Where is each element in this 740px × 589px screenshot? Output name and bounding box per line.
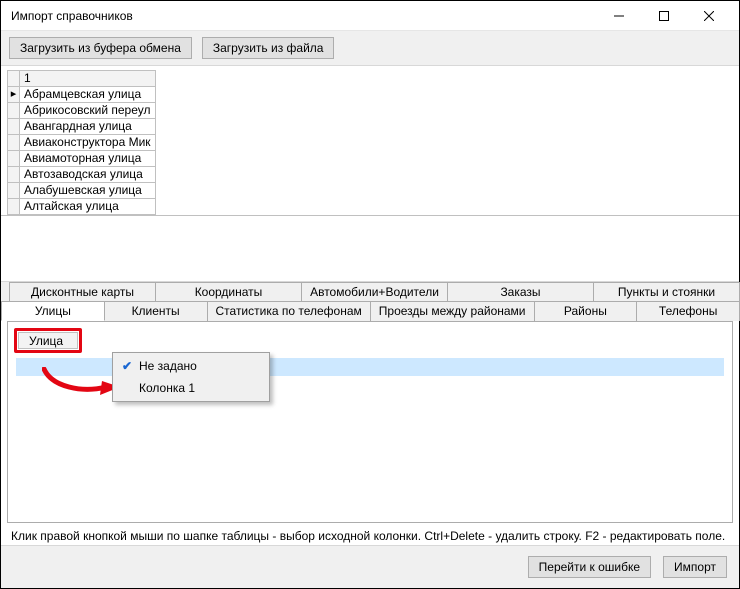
grid-row-marker — [8, 183, 20, 199]
grid-row-marker — [8, 199, 20, 215]
close-button[interactable] — [686, 2, 731, 30]
grid-cell[interactable]: Авиамоторная улица — [20, 151, 156, 167]
grid-row-marker — [8, 151, 20, 167]
grid-cell[interactable]: Абрикосовский переул — [20, 103, 156, 119]
context-menu-item[interactable]: ✔Не задано — [115, 355, 267, 377]
tabs-container: Дисконтные картыКоординатыАвтомобили+Вод… — [1, 281, 739, 321]
grid-cell[interactable]: Автозаводская улица — [20, 167, 156, 183]
import-button[interactable]: Импорт — [663, 556, 727, 578]
grid-row-marker — [8, 103, 20, 119]
tab-координаты[interactable]: Координаты — [155, 282, 302, 301]
goto-error-button[interactable]: Перейти к ошибке — [528, 556, 651, 578]
window-title: Импорт справочников — [11, 9, 596, 23]
context-menu-item[interactable]: Колонка 1 — [115, 377, 267, 399]
grid-corner — [8, 71, 20, 87]
load-from-clipboard-button[interactable]: Загрузить из буфера обмена — [9, 37, 192, 59]
load-from-file-button[interactable]: Загрузить из файла — [202, 37, 335, 59]
grid-row-marker — [8, 119, 20, 135]
toolbar: Загрузить из буфера обмена Загрузить из … — [1, 31, 739, 66]
context-menu-label: Колонка 1 — [139, 381, 195, 395]
maximize-button[interactable] — [641, 2, 686, 30]
mapping-column-header[interactable]: Улица — [18, 332, 78, 349]
import-dialog: Импорт справочников Загрузить из буфера … — [0, 0, 740, 589]
column-source-context-menu: ✔Не задано Колонка 1 — [112, 352, 270, 402]
grid-cell[interactable]: Абрамцевская улица — [20, 87, 156, 103]
grid-cell[interactable]: Алтайская улица — [20, 199, 156, 215]
titlebar: Импорт справочников — [1, 1, 739, 31]
source-grid-area: 1 ▸Абрамцевская улицаАбрикосовский переу… — [1, 66, 739, 216]
grid-row-marker — [8, 135, 20, 151]
tab-телефоны[interactable]: Телефоны — [636, 301, 740, 321]
spacer — [1, 216, 739, 281]
tab-клиенты[interactable]: Клиенты — [104, 301, 208, 321]
tab-проезды-между-районами[interactable]: Проезды между районами — [370, 301, 535, 321]
minimize-button[interactable] — [596, 2, 641, 30]
hint-text: Клик правой кнопкой мыши по шапке таблиц… — [1, 523, 739, 545]
grid-cell[interactable]: Алабушевская улица — [20, 183, 156, 199]
source-grid[interactable]: 1 ▸Абрамцевская улицаАбрикосовский переу… — [7, 70, 156, 215]
grid-cell[interactable]: Авангардная улица — [20, 119, 156, 135]
tab-автомобили-водители[interactable]: Автомобили+Водители — [301, 282, 448, 301]
context-menu-label: Не задано — [139, 359, 197, 373]
grid-col-header[interactable]: 1 — [20, 71, 156, 87]
tab-статистика-по-телефонам[interactable]: Статистика по телефонам — [207, 301, 371, 321]
tab-пункты-и-стоянки[interactable]: Пункты и стоянки — [593, 282, 740, 301]
tab-улицы[interactable]: Улицы — [1, 301, 105, 321]
window-controls — [596, 2, 731, 30]
grid-row-marker: ▸ — [8, 87, 20, 103]
tab-дисконтные-карты[interactable]: Дисконтные карты — [9, 282, 156, 301]
tab-районы[interactable]: Районы — [534, 301, 638, 321]
tab-заказы[interactable]: Заказы — [447, 282, 594, 301]
grid-cell[interactable]: Авиаконструктора Мик — [20, 135, 156, 151]
grid-row-marker — [8, 167, 20, 183]
column-header-highlight: Улица — [14, 328, 82, 353]
bottom-bar: Перейти к ошибке Импорт — [1, 545, 739, 588]
mapping-grid-area: Улица ✔Не задано Колонка 1 — [7, 321, 733, 523]
checkmark-icon: ✔ — [115, 359, 139, 373]
